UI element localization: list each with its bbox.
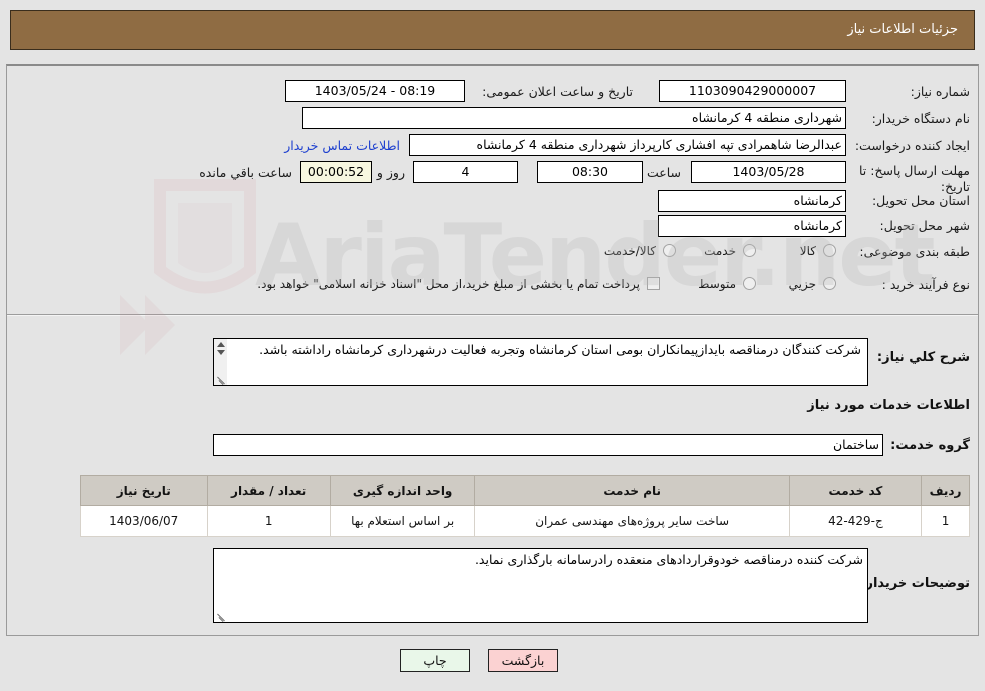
category-radio-goods[interactable]	[823, 244, 836, 257]
need-details-page: جزئیات اطلاعات نیاز شماره نیاز: 11030904…	[0, 0, 985, 691]
need-number-label: شماره نیاز:	[910, 84, 970, 99]
buyer-contact-link[interactable]: اطلاعات تماس خریدار	[284, 138, 400, 153]
category-label: طبقه بندی موضوعی:	[859, 244, 970, 259]
treasury-bonds-label: پرداخت تمام یا بخشی از مبلغ خرید،از محل …	[257, 277, 640, 291]
process-radio-minor[interactable]	[823, 277, 836, 290]
remaining-days-label: روز و	[376, 165, 405, 180]
city-label: شهر محل تحویل:	[879, 218, 970, 233]
general-desc-textarea[interactable]: شرکت کنندگان درمناقصه بایدازپیمانکاران ب…	[213, 338, 868, 386]
process-label-minor: جزیي	[788, 277, 816, 291]
category-label-goods-service: کالا/خدمت	[603, 244, 656, 258]
resize-grip-icon[interactable]	[216, 374, 226, 384]
buyer-notes-label: توضیحات خریدار:	[860, 576, 970, 591]
th-unit: واحد اندازه گیری	[329, 475, 476, 506]
page-title: جزئیات اطلاعات نیاز	[847, 22, 958, 37]
scroll-up-icon[interactable]	[217, 342, 225, 347]
treasury-bonds-checkbox[interactable]	[647, 277, 660, 290]
category-label-goods: کالا	[799, 244, 816, 258]
public-announce-label: تاریخ و ساعت اعلان عمومی:	[482, 84, 633, 99]
scroll-down-icon[interactable]	[217, 350, 225, 355]
process-label: نوع فرآیند خرید :	[881, 277, 970, 292]
section-divider-1	[7, 314, 978, 316]
table-header-row: ردیف کد خدمت نام خدمت واحد اندازه گیری ت…	[80, 475, 970, 506]
details-panel: شماره نیاز: 1103090429000007 تاریخ و ساع…	[6, 64, 979, 636]
buyer-notes-value: شرکت کننده درمناقصه خودوقراردادهای منعقد…	[474, 552, 863, 567]
process-label-medium: متوسط	[698, 277, 736, 291]
th-row-no: ردیف	[921, 475, 970, 506]
cell-service-name: ساخت سایر پروژه‌های مهندسی عمران	[474, 505, 790, 537]
cell-need-date: 1403/06/07	[80, 505, 208, 537]
back-button[interactable]: بازگشت	[488, 649, 558, 672]
need-number-field[interactable]: 1103090429000007	[659, 80, 846, 102]
category-radio-goods-service[interactable]	[663, 244, 676, 257]
service-group-field[interactable]: ساختمان	[213, 434, 883, 456]
requester-label: ایجاد کننده درخواست:	[854, 138, 970, 153]
province-label: استان محل تحویل:	[871, 193, 970, 208]
deadline-label: مهلت ارسال پاسخ: تا تاریخ:	[859, 163, 970, 194]
countdown-field: 00:00:52	[300, 161, 372, 183]
table-row: 1 ج-429-42 ساخت سایر پروژه‌های مهندسی عم…	[80, 505, 970, 537]
print-button[interactable]: چاپ	[400, 649, 470, 672]
th-quantity: تعداد / مقدار	[206, 475, 331, 506]
services-table: ردیف کد خدمت نام خدمت واحد اندازه گیری ت…	[80, 475, 970, 537]
province-field[interactable]: کرمانشاه	[658, 190, 846, 212]
services-section-title: اطلاعات خدمات مورد نیاز	[807, 398, 970, 413]
general-desc-label: شرح كلي نياز:	[876, 350, 970, 365]
deadline-date-field[interactable]: 1403/05/28	[691, 161, 846, 183]
buyer-org-field[interactable]: شهرداری منطقه 4 کرمانشاه	[302, 107, 846, 129]
page-header-bar: جزئیات اطلاعات نیاز	[10, 10, 975, 50]
th-service-name: نام خدمت	[474, 475, 790, 506]
public-announce-field[interactable]: 1403/05/24 - 08:19	[285, 80, 465, 102]
deadline-time-field[interactable]: 08:30	[537, 161, 643, 183]
service-group-label: گروه خدمت:	[890, 438, 970, 453]
city-field[interactable]: کرمانشاه	[658, 215, 846, 237]
deadline-time-label: ساعت	[646, 165, 681, 180]
buyer-notes-resize-grip-icon[interactable]	[216, 611, 226, 621]
cell-service-code: ج-429-42	[788, 505, 923, 537]
remaining-days-field[interactable]: 4	[413, 161, 518, 183]
cell-unit: بر اساس استعلام بها	[329, 505, 476, 537]
cell-row-no: 1	[921, 505, 970, 537]
category-radio-service[interactable]	[743, 244, 756, 257]
category-label-service: خدمت	[704, 244, 736, 258]
th-need-date: تاریخ نیاز	[80, 475, 208, 506]
buyer-org-label: نام دستگاه خریدار:	[871, 111, 970, 126]
countdown-label: ساعت باقي مانده	[199, 165, 292, 180]
general-desc-value: شرکت کنندگان درمناقصه بایدازپیمانکاران ب…	[259, 342, 861, 357]
buyer-notes-textarea[interactable]: شرکت کننده درمناقصه خودوقراردادهای منعقد…	[213, 548, 868, 623]
cell-quantity: 1	[206, 505, 331, 537]
th-service-code: کد خدمت	[788, 475, 923, 506]
process-radio-medium[interactable]	[743, 277, 756, 290]
requester-field[interactable]: عبدالرضا شاهمرادی تپه افشاری کارپرداز شه…	[409, 134, 846, 156]
